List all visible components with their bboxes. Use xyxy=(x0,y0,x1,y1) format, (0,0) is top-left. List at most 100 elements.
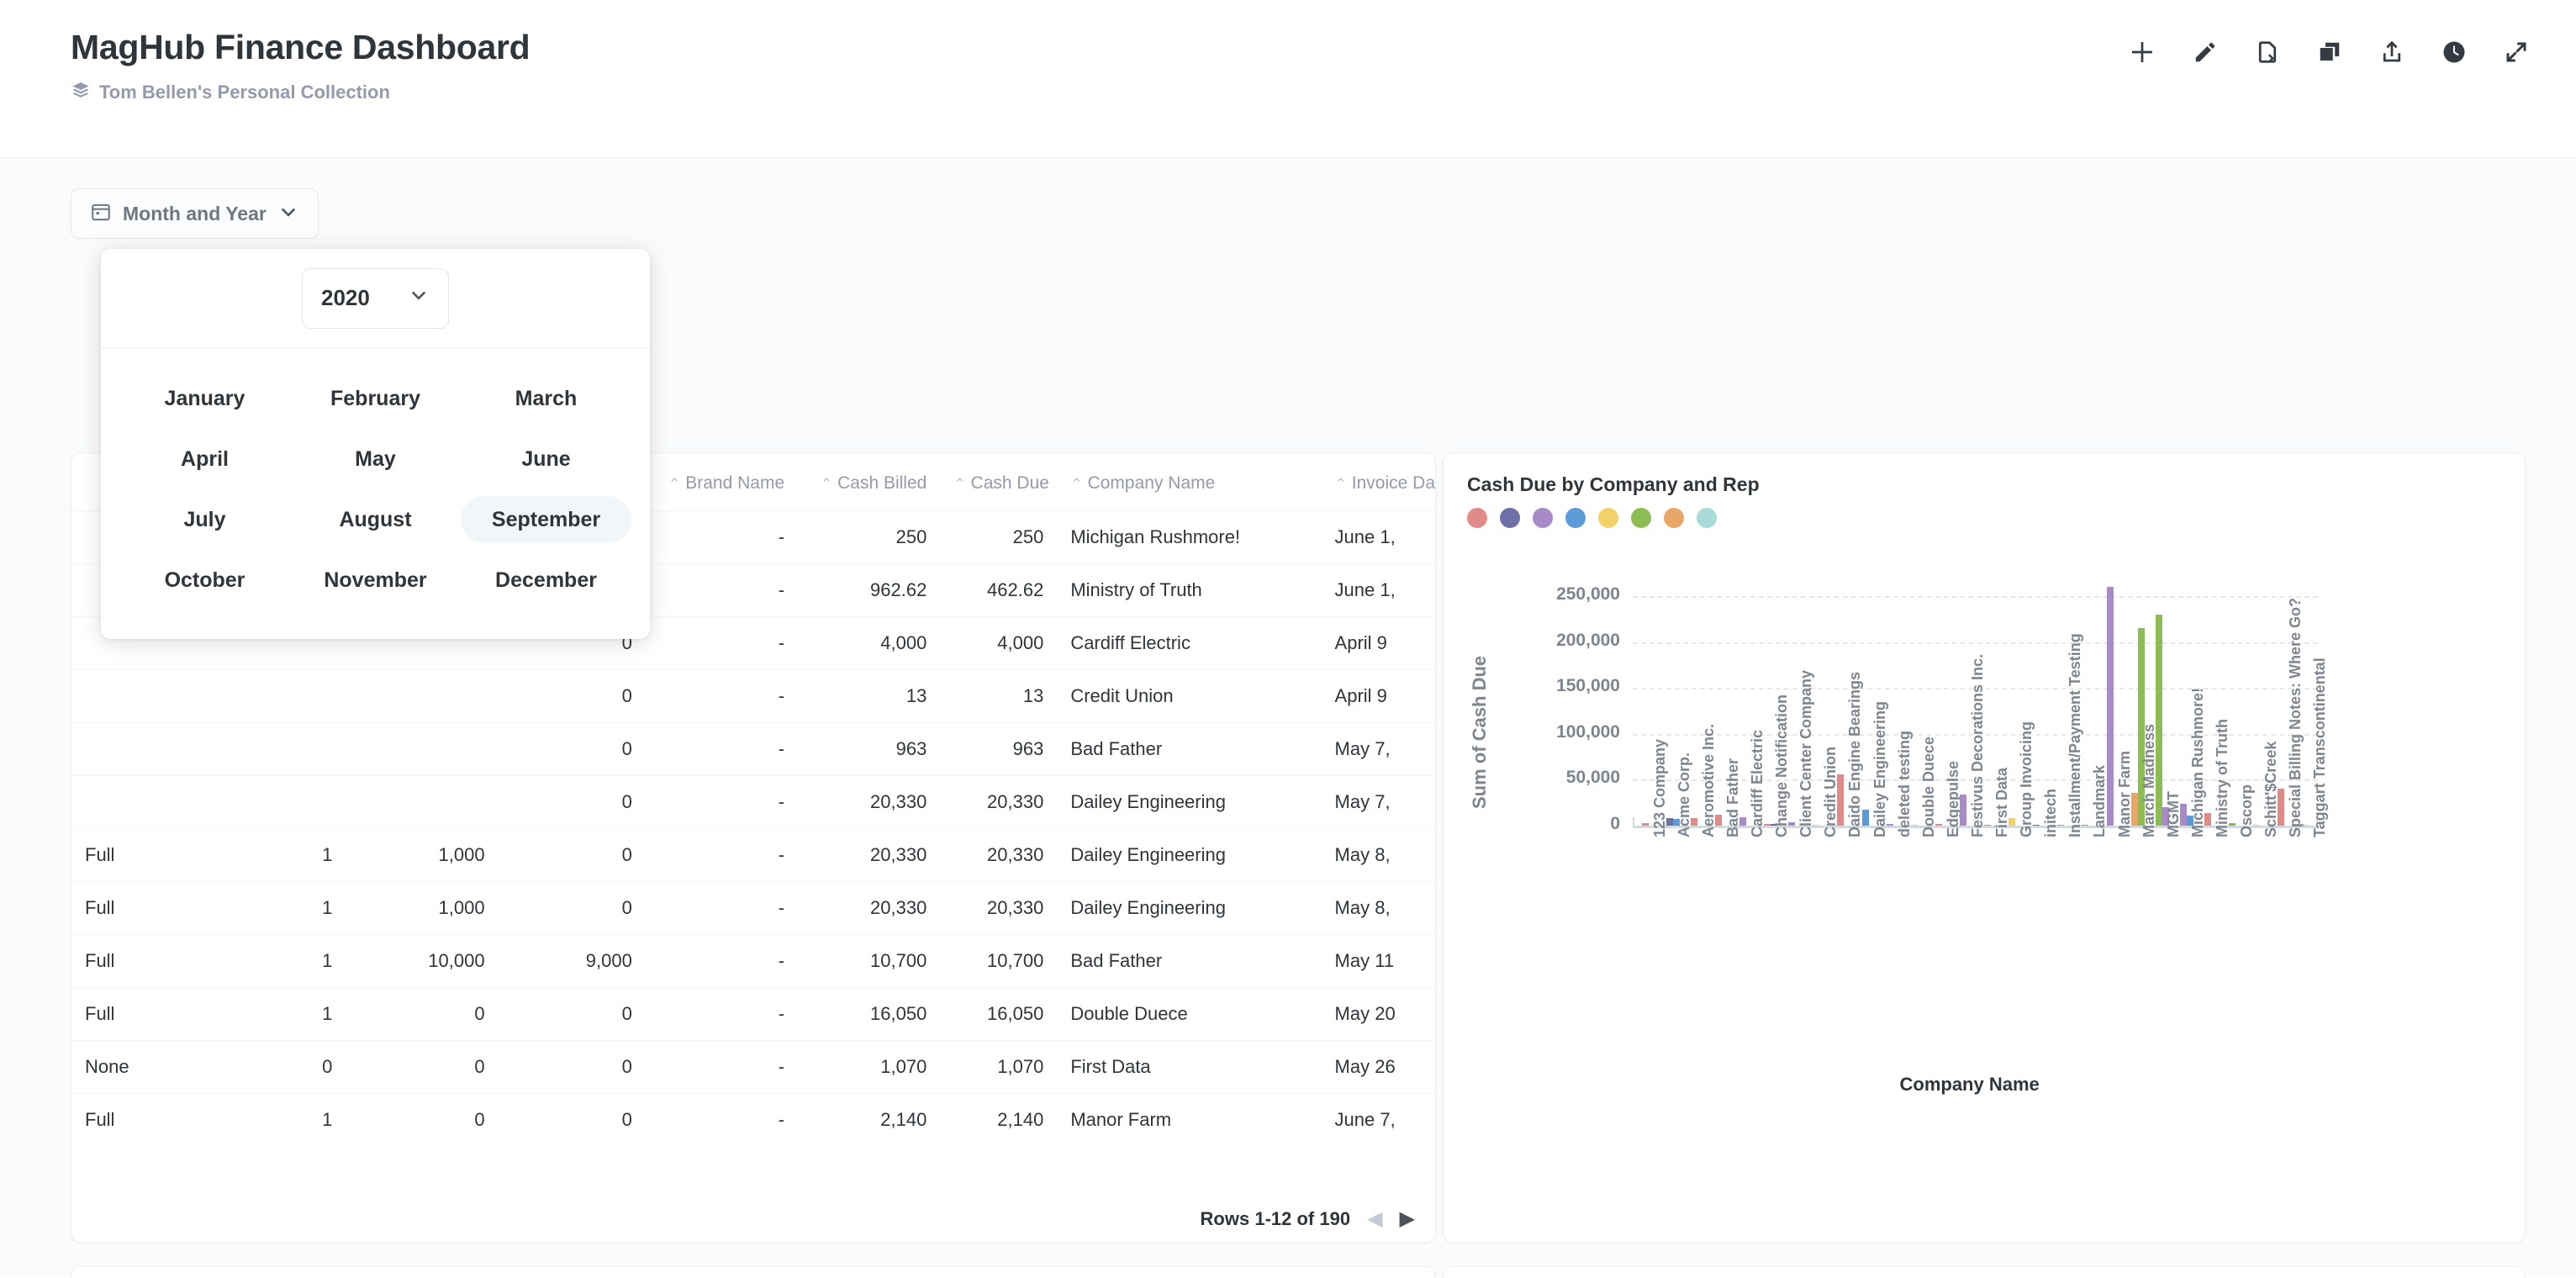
month-option-june[interactable]: June xyxy=(461,436,631,483)
bar[interactable] xyxy=(1886,824,1893,826)
x-axis-tick-label: Special Billing Notes: Where Go? xyxy=(2287,597,2304,837)
x-axis-tick-label: Installment/Payment Testing xyxy=(2067,633,2084,837)
table-cell: 250 xyxy=(940,510,1058,564)
month-option-december[interactable]: December xyxy=(461,557,631,604)
calendar-icon xyxy=(90,201,112,227)
bar[interactable] xyxy=(1935,824,1942,826)
month-option-may[interactable]: May xyxy=(290,436,461,483)
column-header-invoice-date[interactable]: ⌃Invoice Date xyxy=(1321,453,1435,511)
bar[interactable] xyxy=(1764,824,1771,826)
bar[interactable] xyxy=(2057,825,2065,826)
bar[interactable] xyxy=(1690,817,1697,826)
legend-swatch-7[interactable] xyxy=(1697,508,1717,528)
table-pagination: Rows 1-12 of 190 ◀ ▶ xyxy=(1201,1208,1415,1230)
table-cell xyxy=(224,775,346,829)
year-select[interactable]: 2020 xyxy=(302,267,449,329)
table-cell xyxy=(71,722,224,776)
column-header-cash-due[interactable]: ⌃ Cash Due xyxy=(940,453,1058,511)
bar[interactable] xyxy=(2155,615,2162,826)
column-header-label: Brand Name xyxy=(685,473,785,493)
table-row[interactable]: Full 1 1,000 0-20,330 20,330 Dailey Engineeri… xyxy=(71,881,1435,935)
legend-swatch-2[interactable] xyxy=(1533,508,1553,528)
bar[interactable] xyxy=(2130,792,2138,826)
table-cell: 0 xyxy=(498,881,646,935)
month-option-february[interactable]: February xyxy=(290,375,461,422)
column-header-company-name[interactable]: ⌃ Company Name xyxy=(1057,453,1322,511)
bar[interactable] xyxy=(1739,817,1746,826)
bar[interactable] xyxy=(1641,823,1649,826)
legend-swatch-5[interactable] xyxy=(1631,508,1651,528)
file-export-icon[interactable] xyxy=(2255,40,2280,65)
table-row[interactable]: Full 1 10,000 9,000-10,700 10,700 Bad Father M… xyxy=(71,934,1435,988)
previous-page-button[interactable]: ◀ xyxy=(1367,1209,1382,1229)
pencil-icon[interactable] xyxy=(2193,40,2218,65)
legend-swatch-3[interactable] xyxy=(1565,508,1586,528)
table-cell: May 8, xyxy=(1321,881,1435,935)
table-cell: 1,070 xyxy=(940,1040,1058,1094)
fullscreen-icon[interactable] xyxy=(2504,40,2529,65)
table-cell: 16,050 xyxy=(940,987,1058,1041)
bar[interactable] xyxy=(1910,825,1918,826)
share-icon[interactable] xyxy=(2379,40,2404,65)
column-header-cash-billed[interactable]: ⌃ Cash Billed xyxy=(798,453,941,511)
x-axis-tick-label: Group Invoicing xyxy=(2018,721,2035,837)
table-cell: First Data xyxy=(1057,1040,1322,1094)
month-option-october[interactable]: October xyxy=(119,557,290,604)
add-icon[interactable] xyxy=(2129,39,2156,66)
month-option-september[interactable]: September xyxy=(461,496,631,543)
legend-swatch-6[interactable] xyxy=(1664,508,1684,528)
bar[interactable] xyxy=(1813,825,1820,826)
month-option-january[interactable]: January xyxy=(119,375,290,422)
table-row[interactable]: 0-20,330 20,330 Dailey Engineering May 7, xyxy=(71,775,1435,829)
table-cell: 10,700 xyxy=(798,934,941,988)
bar[interactable] xyxy=(2302,824,2309,826)
bar[interactable] xyxy=(2179,803,2187,826)
breadcrumb[interactable]: Tom Bellen's Personal Collection xyxy=(71,80,530,104)
bar[interactable] xyxy=(2033,824,2040,826)
bar[interactable] xyxy=(1665,817,1673,826)
bar[interactable] xyxy=(2009,817,2016,826)
duplicate-icon[interactable] xyxy=(2317,40,2342,65)
bar[interactable] xyxy=(1984,824,1992,826)
bar[interactable] xyxy=(1714,814,1722,826)
history-clock-icon[interactable] xyxy=(2441,40,2467,65)
month-and-year-filter[interactable]: Month and Year xyxy=(71,188,319,239)
bar[interactable] xyxy=(1788,821,1796,826)
bar[interactable] xyxy=(2253,824,2261,826)
next-page-button[interactable]: ▶ xyxy=(1400,1209,1415,1229)
legend-swatch-1[interactable] xyxy=(1500,508,1520,528)
table-cell xyxy=(224,669,346,723)
month-option-march[interactable]: March xyxy=(461,375,631,422)
legend-swatch-4[interactable] xyxy=(1598,508,1618,528)
table-cell: 13 xyxy=(798,669,941,723)
month-option-november[interactable]: November xyxy=(290,557,461,604)
table-cell: 13 xyxy=(940,669,1058,723)
bar[interactable] xyxy=(1837,774,1845,826)
month-option-july[interactable]: July xyxy=(119,496,290,543)
filter-bar: Month and Year 2020 January February March… xyxy=(71,188,2529,639)
legend-swatch-0[interactable] xyxy=(1467,508,1487,528)
column-header-brand-name[interactable]: ⌃ Brand Name xyxy=(645,453,799,511)
table-cell: 4,000 xyxy=(940,616,1058,670)
table-row[interactable]: None 0 0 0-1,070 1,070 First Data May 26 xyxy=(71,1040,1435,1094)
table-cell: May 7, xyxy=(1321,775,1435,829)
table-row[interactable]: 0-963 963 Bad Father May 7, xyxy=(71,722,1435,776)
month-option-april[interactable]: April xyxy=(119,436,290,483)
bar[interactable] xyxy=(1959,794,1966,826)
month-option-august[interactable]: August xyxy=(290,496,461,543)
bar[interactable] xyxy=(2106,587,2114,826)
cash-due-plot-area: 0 50,000 100,000 150,000 200,000 250,000 Sum o… xyxy=(1444,552,2526,1242)
bar[interactable] xyxy=(2278,789,2285,826)
bar[interactable] xyxy=(2229,822,2236,826)
x-axis-tick-label: First Data xyxy=(1993,767,2011,837)
table-cell: 0 xyxy=(621,1109,632,1130)
payment-by-tender-card: Payment by Tender 1,200,0001,378,439.27 xyxy=(71,1266,1436,1278)
table-row[interactable]: Full 1 0 0-16,050 16,050 Double Duece May 20 xyxy=(71,987,1435,1041)
bar[interactable] xyxy=(2204,812,2212,826)
header-actions xyxy=(2129,39,2529,66)
table-row[interactable]: 0-13 13 Credit Union April 9 xyxy=(71,669,1435,723)
table-row[interactable]: Full 1 0 0 - 2,140 2,140 Manor Farm June 7, xyxy=(71,1094,1435,1147)
table-row[interactable]: Full 1 1,000 0-20,330 20,330 Dailey Engineeri… xyxy=(71,828,1435,882)
bar[interactable] xyxy=(2082,825,2089,826)
bar[interactable] xyxy=(1861,810,1869,826)
